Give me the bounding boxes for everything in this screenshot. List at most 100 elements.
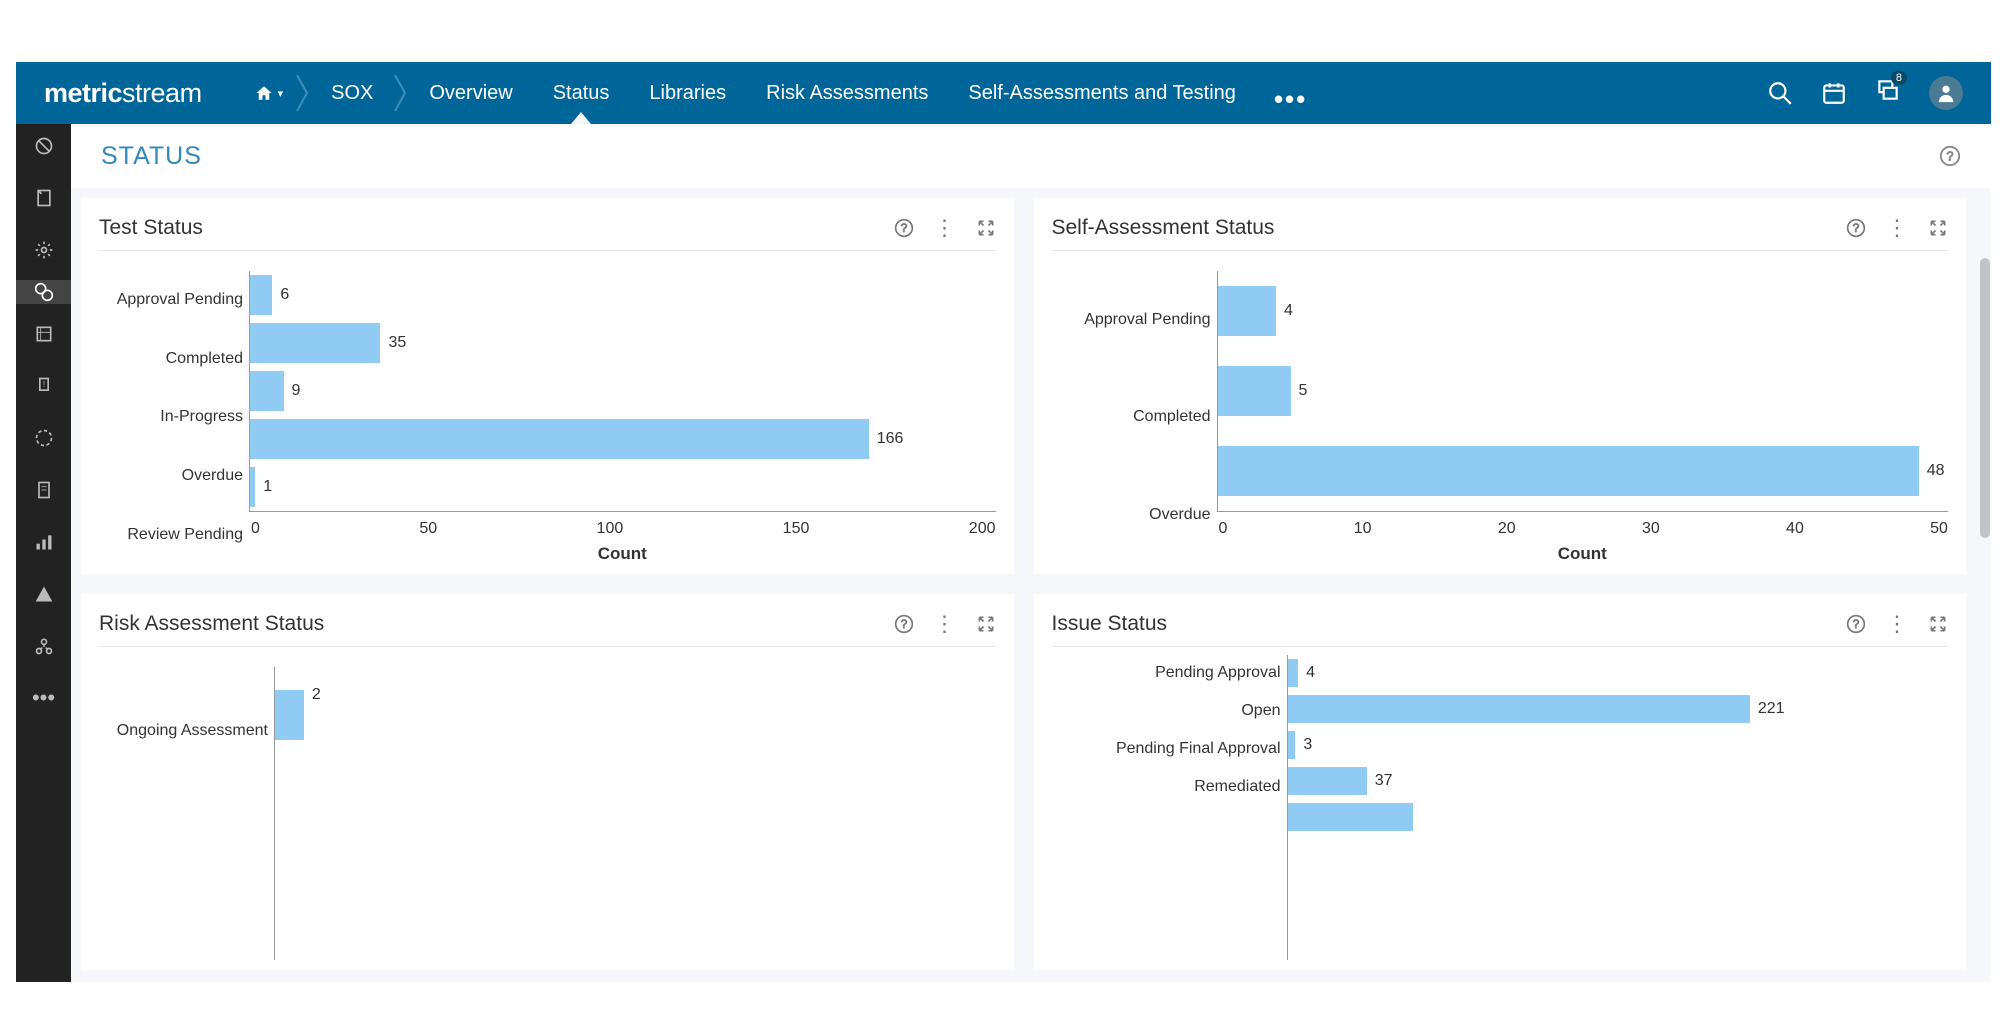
y-label: In-Progress xyxy=(160,408,243,426)
help-icon[interactable]: ? xyxy=(894,218,914,238)
top-nav: metricstream ▾ SOX Overview Status Libra… xyxy=(16,62,1991,124)
x-tick: 50 xyxy=(1930,520,1948,538)
bar-value: 221 xyxy=(1758,700,1785,718)
bar-value: 166 xyxy=(877,430,904,448)
chevron-down-icon: ▾ xyxy=(278,87,284,100)
page-title-bar: STATUS ? xyxy=(71,124,1991,188)
expand-icon[interactable] xyxy=(976,614,996,634)
help-icon[interactable]: ? xyxy=(1939,145,1961,167)
main-content: STATUS ? Test Status ? ⋮ xyxy=(71,124,1991,982)
notification-count: 8 xyxy=(1891,71,1907,85)
sidebar-dashboards-icon[interactable] xyxy=(32,134,56,158)
home-icon xyxy=(254,84,274,102)
sidebar-files-icon[interactable] xyxy=(32,478,56,502)
sidebar-assessments-icon[interactable] xyxy=(16,280,71,304)
bar-value: 37 xyxy=(1375,772,1393,790)
y-label: Review Pending xyxy=(127,526,243,544)
sidebar-analytics-icon[interactable] xyxy=(32,530,56,554)
y-label: Completed xyxy=(166,350,243,368)
chart-plot[interactable]: 4 221 3 37 xyxy=(1287,655,1949,960)
x-tick: 0 xyxy=(251,520,260,538)
notification-icon[interactable]: 8 xyxy=(1875,77,1901,109)
user-icon xyxy=(1935,82,1957,104)
svg-text:?: ? xyxy=(1853,222,1860,235)
y-label: Ongoing Assessment xyxy=(117,722,268,740)
logo-bold: metric xyxy=(44,78,122,108)
more-menu-icon[interactable]: ⋮ xyxy=(1886,617,1908,630)
x-tick: 40 xyxy=(1786,520,1804,538)
x-tick: 10 xyxy=(1354,520,1372,538)
sidebar-reports-icon[interactable] xyxy=(32,322,56,346)
nav-more-menu[interactable]: ••• xyxy=(1256,84,1325,115)
sidebar-workflow-icon[interactable] xyxy=(32,426,56,450)
card-title: Self-Assessment Status xyxy=(1052,216,1275,240)
x-tick: 200 xyxy=(969,520,996,538)
y-label: Completed xyxy=(1133,408,1210,426)
bar-value: 3 xyxy=(1303,736,1312,754)
breadcrumb: ▾ SOX Overview Status Libraries Risk Ass… xyxy=(242,62,1326,124)
card-title: Test Status xyxy=(99,216,203,240)
chart-plot[interactable]: 6 35 9 166 1 xyxy=(249,271,996,512)
help-icon[interactable]: ? xyxy=(894,614,914,634)
y-label: Pending Approval xyxy=(1155,655,1280,691)
svg-text:?: ? xyxy=(900,222,907,235)
user-avatar[interactable] xyxy=(1929,76,1963,110)
bar-value: 6 xyxy=(280,286,289,304)
sidebar-warning-icon[interactable] xyxy=(32,582,56,606)
sidebar-settings-icon[interactable] xyxy=(32,238,56,262)
x-tick: 20 xyxy=(1498,520,1516,538)
bar-value: 1 xyxy=(263,478,272,496)
y-label: Approval Pending xyxy=(117,291,243,309)
chevron-right-icon xyxy=(393,73,409,113)
svg-text:!: ! xyxy=(42,379,44,389)
card-issue-status: Issue Status ? ⋮ Pending Approval Open P… xyxy=(1034,594,1967,970)
bar-value: 4 xyxy=(1306,664,1315,682)
breadcrumb-sox[interactable]: SOX xyxy=(311,62,393,124)
expand-icon[interactable] xyxy=(1928,218,1948,238)
nav-status[interactable]: Status xyxy=(533,62,630,124)
y-label: Remediated xyxy=(1194,769,1280,805)
topbar-actions: 8 xyxy=(1767,76,1991,110)
home-dropdown[interactable]: ▾ xyxy=(242,84,296,102)
expand-icon[interactable] xyxy=(976,218,996,238)
chart-plot[interactable]: 2 xyxy=(274,667,996,960)
sidebar-more-icon[interactable]: ••• xyxy=(32,686,56,710)
card-self-assessment-status: Self-Assessment Status ? ⋮ Approval Pend… xyxy=(1034,198,1967,574)
brand-logo: metricstream xyxy=(44,78,202,109)
x-tick: 0 xyxy=(1219,520,1228,538)
sidebar-documents-icon[interactable] xyxy=(32,186,56,210)
more-menu-icon[interactable]: ⋮ xyxy=(934,221,956,234)
bar-value: 48 xyxy=(1927,462,1945,480)
card-title: Risk Assessment Status xyxy=(99,612,324,636)
nav-self-assessments[interactable]: Self-Assessments and Testing xyxy=(948,62,1256,124)
bar-value: 2 xyxy=(312,686,321,704)
nav-overview[interactable]: Overview xyxy=(409,62,532,124)
bar-value: 5 xyxy=(1299,382,1308,400)
help-icon[interactable]: ? xyxy=(1846,218,1866,238)
more-menu-icon[interactable]: ⋮ xyxy=(934,617,956,630)
expand-icon[interactable] xyxy=(1928,614,1948,634)
sidebar-org-icon[interactable] xyxy=(32,634,56,658)
scrollbar-thumb[interactable] xyxy=(1980,258,1990,538)
bar-value: 4 xyxy=(1284,302,1293,320)
search-icon[interactable] xyxy=(1767,80,1793,106)
y-label: Overdue xyxy=(1149,506,1210,524)
nav-risk-assessments[interactable]: Risk Assessments xyxy=(746,62,948,124)
svg-text:?: ? xyxy=(1853,618,1860,631)
y-label: Approval Pending xyxy=(1084,311,1210,329)
y-label: Overdue xyxy=(182,467,243,485)
left-sidebar: ! ••• xyxy=(16,124,71,982)
chevron-right-icon xyxy=(295,73,311,113)
calendar-icon[interactable] xyxy=(1821,80,1847,106)
nav-libraries[interactable]: Libraries xyxy=(629,62,746,124)
svg-text:?: ? xyxy=(900,618,907,631)
svg-text:?: ? xyxy=(1946,149,1953,164)
x-axis-label: Count xyxy=(249,544,996,564)
x-tick: 30 xyxy=(1642,520,1660,538)
sidebar-alerts-icon[interactable]: ! xyxy=(32,374,56,398)
more-menu-icon[interactable]: ⋮ xyxy=(1886,221,1908,234)
help-icon[interactable]: ? xyxy=(1846,614,1866,634)
chart-plot[interactable]: 4 5 48 xyxy=(1217,271,1949,512)
y-label: Open xyxy=(1241,693,1280,729)
logo-light: stream xyxy=(122,78,202,108)
